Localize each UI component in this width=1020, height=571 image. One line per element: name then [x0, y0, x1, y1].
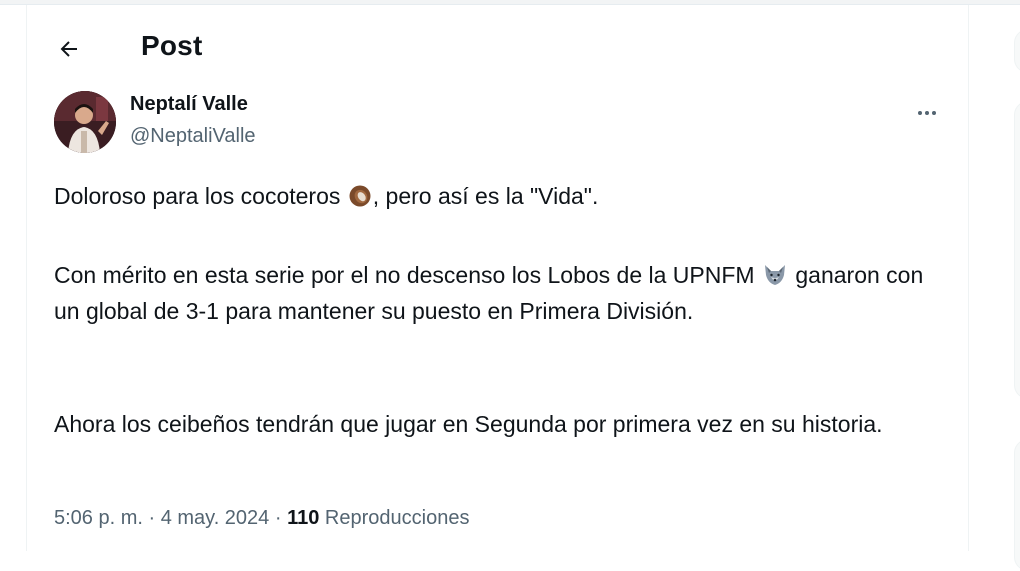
more-horizontal-icon	[918, 111, 936, 115]
page-title: Post	[141, 30, 203, 61]
post-paragraph-2: Con mérito en esta serie por el no desce…	[54, 259, 954, 327]
author-handle[interactable]: @NeptaliValle	[130, 125, 256, 148]
back-button[interactable]	[47, 27, 91, 71]
post-text-1b: , pero así es la "Vida".	[372, 183, 599, 209]
trends-panel	[1014, 101, 1020, 399]
post-paragraph-3: Ahora los ceibeños tendrán que jugar en …	[54, 411, 883, 437]
search-box[interactable]	[1014, 29, 1020, 73]
post-column: Post Neptalí Valle @NeptaliValle Doloros…	[26, 5, 969, 551]
post-meta: 5:06 p. m. · 4 may. 2024 · 110 Reproducc…	[54, 507, 469, 530]
avatar[interactable]	[54, 91, 116, 153]
right-sidebar	[1000, 5, 1020, 571]
post-text-2a: Con mérito en esta serie por el no desce…	[54, 262, 755, 288]
who-to-follow-panel	[1014, 439, 1020, 571]
coconut-icon	[348, 184, 372, 216]
post-text-1a: Doloroso para los cocoteros	[54, 183, 341, 209]
meta-separator-1: ·	[142, 507, 161, 529]
views-label: Reproducciones	[319, 507, 470, 529]
post-time[interactable]: 5:06 p. m.	[54, 507, 143, 529]
post-header: Post	[27, 5, 968, 89]
wolf-icon	[762, 263, 788, 295]
views-count: 110	[287, 507, 320, 529]
more-button[interactable]	[907, 93, 947, 133]
post-paragraph-1: Doloroso para los cocoteros , pero así e…	[54, 180, 954, 216]
arrow-left-icon	[60, 41, 77, 57]
author-name[interactable]: Neptalí Valle	[130, 93, 248, 116]
meta-separator-2: ·	[269, 507, 288, 529]
post-date[interactable]: 4 may. 2024	[161, 507, 270, 529]
